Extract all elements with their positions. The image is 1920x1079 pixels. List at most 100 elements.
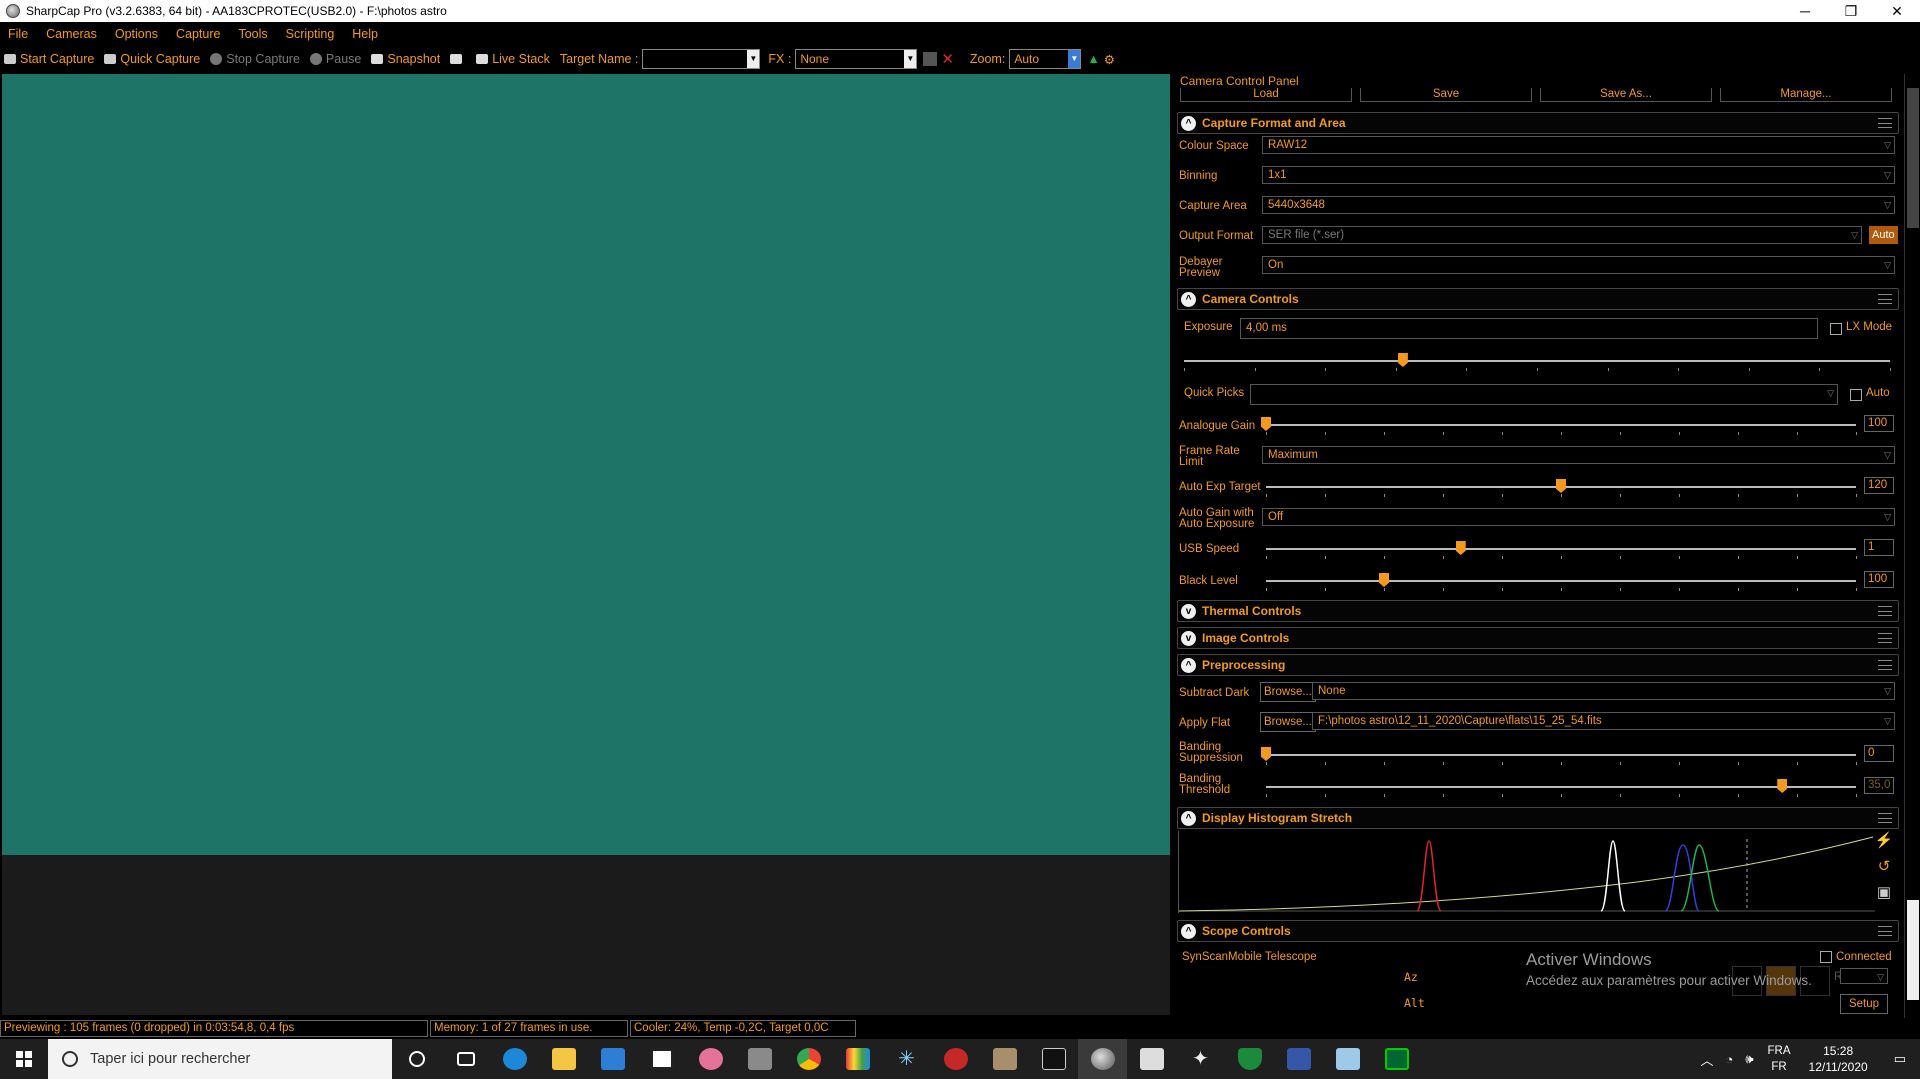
language-indicator[interactable]: FRA FR — [1768, 1043, 1791, 1075]
debayer-select[interactable]: On ▽ — [1262, 256, 1895, 274]
task-view-icon[interactable] — [441, 1039, 490, 1079]
subtract-dark-browse-button[interactable]: Browse... — [1260, 682, 1316, 702]
colour-space-select[interactable]: RAW12 ▽ — [1262, 136, 1895, 154]
hamburger-menu-icon[interactable] — [1878, 813, 1892, 823]
target-name-input[interactable]: ▼ — [642, 49, 761, 69]
wifi-icon[interactable]: ◔ — [1725, 1052, 1733, 1067]
hamburger-menu-icon[interactable] — [1878, 118, 1892, 128]
chevron-down-icon[interactable]: v — [1181, 603, 1196, 619]
usb-speed-value[interactable]: 1 — [1864, 539, 1894, 556]
section-thermal-controls[interactable]: v Thermal Controls — [1177, 600, 1899, 622]
chevron-down-icon[interactable]: ▼ — [747, 50, 760, 68]
menu-tools[interactable]: Tools — [238, 27, 267, 41]
menu-cameras[interactable]: Cameras — [46, 27, 97, 41]
hamburger-menu-icon[interactable] — [1878, 633, 1892, 643]
connected-checkbox[interactable] — [1820, 951, 1832, 963]
black-level-slider-track[interactable] — [1266, 580, 1856, 582]
rate-select[interactable]: ▽ — [1840, 968, 1888, 984]
snowflake-app-icon[interactable]: ✳ — [882, 1039, 931, 1079]
maximize-button[interactable]: ❐ — [1828, 0, 1874, 22]
output-auto-button[interactable]: Auto — [1869, 226, 1898, 244]
analogue-gain-slider-thumb[interactable] — [1261, 417, 1271, 431]
speaker-icon[interactable]: 🕪 — [1745, 1051, 1753, 1067]
analogue-gain-value[interactable]: 100 — [1864, 415, 1894, 432]
subtract-dark-select[interactable]: None ▽ — [1312, 682, 1895, 700]
start-capture-button[interactable]: Start Capture — [4, 52, 94, 66]
notification-icon[interactable]: ▭ — [1894, 1051, 1906, 1067]
auto-exp-slider-thumb[interactable] — [1556, 479, 1566, 493]
banding-suppression-slider-track[interactable] — [1266, 754, 1856, 756]
binning-select[interactable]: 1x1 ▽ — [1262, 166, 1895, 184]
section-capture-format[interactable]: ^ Capture Format and Area — [1177, 112, 1899, 134]
chevron-up-icon[interactable]: ︿ — [1700, 1050, 1713, 1069]
auto-exp-value[interactable]: 120 — [1864, 477, 1894, 494]
tools-app-icon[interactable] — [980, 1039, 1029, 1079]
scrollbar-thumb[interactable] — [1907, 88, 1919, 228]
usb-speed-slider-thumb[interactable] — [1455, 541, 1466, 555]
chevron-up-icon[interactable]: ^ — [1181, 923, 1196, 939]
frame-rate-select[interactable]: Maximum ▽ — [1262, 446, 1895, 464]
unknown-tool-button[interactable] — [450, 54, 466, 64]
close-button[interactable]: ✕ — [1874, 0, 1920, 22]
red-app-icon[interactable] — [931, 1039, 980, 1079]
hamburger-menu-icon[interactable] — [1878, 660, 1892, 670]
banding-threshold-slider-thumb[interactable] — [1777, 779, 1788, 793]
section-camera-controls[interactable]: ^ Camera Controls — [1177, 288, 1899, 310]
file-explorer-icon[interactable] — [539, 1039, 588, 1079]
chevron-down-icon[interactable]: ▼ — [1068, 50, 1081, 68]
section-preprocessing[interactable]: ^ Preprocessing — [1177, 654, 1899, 676]
scope-setup-button[interactable]: Setup — [1840, 994, 1888, 1014]
apply-flat-browse-button[interactable]: Browse... — [1260, 712, 1316, 732]
banding-suppression-slider-thumb[interactable] — [1261, 747, 1271, 761]
manage-button[interactable]: Manage... — [1720, 88, 1892, 102]
chevron-up-icon[interactable]: ^ — [1181, 115, 1196, 131]
section-image-controls[interactable]: v Image Controls — [1177, 627, 1899, 649]
chevron-down-icon[interactable]: v — [1181, 630, 1196, 646]
menu-help[interactable]: Help — [352, 27, 378, 41]
histogram-icon[interactable]: ▲ — [1087, 52, 1099, 66]
section-histogram-stretch[interactable]: ^ Display Histogram Stretch — [1177, 807, 1899, 829]
black-level-slider-thumb[interactable] — [1379, 573, 1389, 587]
green-dot-app-icon[interactable] — [1372, 1039, 1421, 1079]
fx-select[interactable]: None ▼ — [795, 49, 918, 69]
network-app-icon[interactable] — [686, 1039, 735, 1079]
cloud-app-icon[interactable] — [1323, 1039, 1372, 1079]
mail-icon[interactable] — [588, 1039, 637, 1079]
clear-reticle-icon[interactable]: ✕ — [941, 50, 954, 68]
quick-picks-auto-checkbox[interactable] — [1850, 389, 1862, 401]
banding-suppression-value[interactable]: 0 — [1864, 745, 1894, 762]
hamburger-menu-icon[interactable] — [1878, 294, 1892, 304]
black-level-value[interactable]: 100 — [1864, 571, 1894, 588]
shield-app-icon[interactable] — [1225, 1039, 1274, 1079]
output-format-select[interactable]: SER file (*.ser) ▽ — [1262, 226, 1862, 244]
pixinsight-app-icon[interactable] — [1029, 1039, 1078, 1079]
app-window-icon[interactable] — [637, 1039, 686, 1079]
menu-scripting[interactable]: Scripting — [286, 27, 335, 41]
capture-area-select[interactable]: 5440x3648 ▽ — [1262, 196, 1895, 214]
camera-preview-image[interactable] — [2, 74, 1170, 855]
hamburger-menu-icon[interactable] — [1878, 926, 1892, 936]
windows-start-button[interactable] — [0, 1039, 48, 1079]
lightning-icon[interactable]: ⚡ — [1874, 831, 1894, 851]
taskbar-clock[interactable]: 15:28 12/11/2020 — [1809, 1043, 1868, 1075]
hamburger-menu-icon[interactable] — [1878, 606, 1892, 616]
chrome-browser-icon[interactable] — [784, 1039, 833, 1079]
snapshot-button[interactable]: Snapshot — [371, 52, 440, 66]
exposure-input[interactable]: 4,00 ms — [1240, 318, 1818, 339]
save-as-button[interactable]: Save As... — [1540, 88, 1712, 102]
exposure-slider-track[interactable] — [1184, 360, 1890, 362]
apply-flat-select[interactable]: F:\photos astro\12_11_2020\Capture\flats… — [1312, 712, 1895, 730]
menu-capture[interactable]: Capture — [176, 27, 220, 41]
calculator-icon[interactable] — [735, 1039, 784, 1079]
banding-threshold-value[interactable]: 35,0 — [1864, 777, 1894, 794]
blue-app-icon[interactable] — [1274, 1039, 1323, 1079]
chevron-up-icon[interactable]: ^ — [1181, 291, 1196, 307]
analogue-gain-slider-track[interactable] — [1266, 424, 1856, 426]
panel-scrollbar[interactable] — [1904, 74, 1920, 1018]
stop-capture-button[interactable]: Stop Capture — [210, 52, 300, 66]
color-app-icon[interactable] — [833, 1039, 882, 1079]
reset-icon[interactable]: ↺ — [1874, 857, 1894, 877]
chevron-down-icon[interactable]: ▼ — [904, 50, 917, 68]
sharpcap-taskbar-icon[interactable] — [1078, 1039, 1127, 1079]
menu-options[interactable]: Options — [115, 27, 158, 41]
